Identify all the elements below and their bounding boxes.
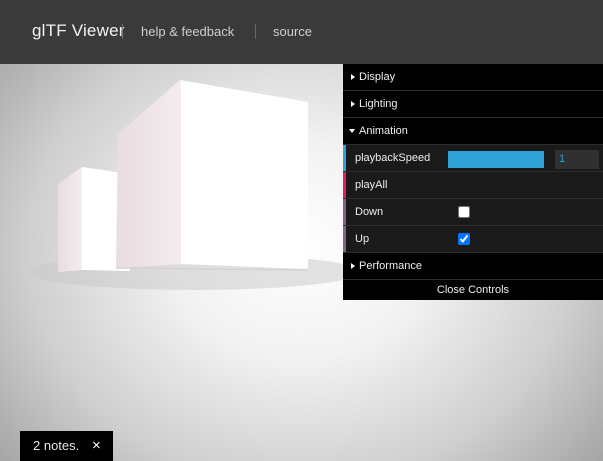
play-all-button[interactable]: playAll [355, 172, 387, 198]
folder-lighting[interactable]: Lighting [343, 91, 603, 118]
control-down: Down [343, 199, 603, 226]
folder-performance[interactable]: Performance [343, 253, 603, 280]
control-label: Up [355, 233, 370, 245]
collapsed-triangle-icon [351, 263, 355, 269]
control-playback-speed: playbackSpeed 1 [343, 145, 603, 172]
close-controls-button[interactable]: Close Controls [343, 280, 603, 300]
app-title[interactable]: glTF Viewer [32, 21, 125, 41]
control-label: playbackSpeed [355, 152, 431, 164]
accent-bar [343, 145, 346, 171]
accent-bar [343, 226, 346, 252]
source-link[interactable]: source [273, 24, 312, 39]
header-divider [255, 24, 256, 39]
controls-panel: Display Lighting Animation playbackSpeed… [343, 64, 603, 300]
expanded-triangle-icon [349, 129, 355, 133]
collapsed-triangle-icon [351, 74, 355, 80]
big-box-side [116, 80, 180, 268]
accent-bar [343, 172, 346, 198]
collapsed-triangle-icon [351, 101, 355, 107]
up-checkbox[interactable] [458, 233, 470, 245]
notes-toast: 2 notes. × [20, 431, 113, 461]
app-header: glTF Viewer help & feedback source [0, 0, 603, 64]
control-up: Up [343, 226, 603, 253]
control-play-all[interactable]: playAll [343, 172, 603, 199]
folder-display[interactable]: Display [343, 64, 603, 91]
folder-animation[interactable]: Animation [343, 118, 603, 145]
notes-label[interactable]: 2 notes. [33, 431, 79, 461]
down-checkbox[interactable] [458, 206, 470, 218]
close-icon[interactable]: × [92, 431, 101, 461]
big-box-front [180, 80, 308, 269]
accent-bar [343, 199, 346, 225]
control-label: Down [355, 206, 384, 218]
header-divider [122, 24, 123, 39]
help-feedback-link[interactable]: help & feedback [141, 24, 234, 39]
playback-speed-input[interactable]: 1 [555, 150, 599, 169]
small-box-side [58, 167, 82, 272]
playback-speed-slider[interactable] [448, 151, 544, 168]
